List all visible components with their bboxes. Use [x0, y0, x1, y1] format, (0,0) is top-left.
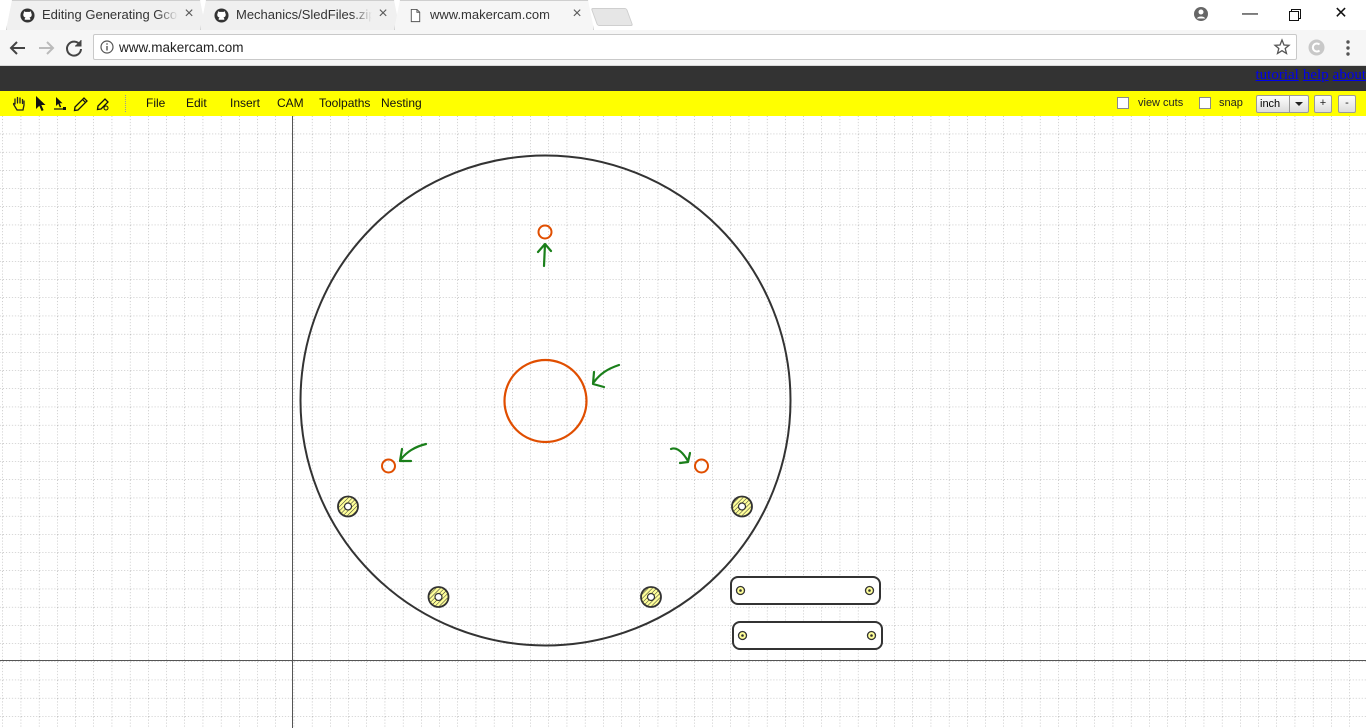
- drawing-canvas[interactable]: [0, 116, 1366, 728]
- pen-tool-icon[interactable]: [73, 95, 89, 112]
- tab-makercam[interactable]: www.makercam.com ×: [394, 0, 594, 30]
- back-arrow-icon[interactable]: [6, 36, 30, 60]
- canvas-svg[interactable]: [0, 116, 1366, 728]
- url-text: www.makercam.com: [119, 40, 244, 55]
- hand-tool-icon[interactable]: [11, 95, 27, 112]
- units-value: inch: [1260, 98, 1281, 110]
- forward-arrow-icon[interactable]: [34, 36, 58, 60]
- menu-toolpaths[interactable]: Toolpaths: [319, 96, 370, 110]
- zoom-out-button[interactable]: -: [1338, 95, 1356, 113]
- minimize-icon[interactable]: —: [1227, 0, 1273, 30]
- snap-label: snap: [1219, 97, 1243, 109]
- tab-close-icon[interactable]: ×: [376, 6, 390, 22]
- new-tab-button[interactable]: [590, 8, 634, 26]
- tab-close-icon[interactable]: ×: [182, 6, 196, 22]
- help-link[interactable]: help: [1303, 67, 1329, 83]
- units-select[interactable]: inch: [1256, 95, 1309, 113]
- github-icon: [214, 8, 229, 23]
- tutorial-link[interactable]: tutorial: [1256, 67, 1299, 83]
- profile-icon[interactable]: [1193, 6, 1209, 22]
- tab-editing-generating-gcode[interactable]: Editing Generating Gcode ×: [6, 0, 206, 30]
- browser-tab-strip: Editing Generating Gcode × Mechanics/Sle…: [0, 0, 1366, 30]
- restore-icon[interactable]: [1272, 0, 1318, 30]
- tab-close-icon[interactable]: ×: [570, 6, 584, 22]
- bracket-1[interactable]: [730, 576, 881, 605]
- grid-background: [0, 116, 1366, 728]
- close-window-icon[interactable]: ✕: [1318, 0, 1364, 30]
- app-menu-bar: File Edit Insert CAM Toolpaths Nesting v…: [0, 91, 1366, 116]
- tab-title: www.makercam.com: [430, 7, 550, 22]
- about-link[interactable]: about: [1333, 67, 1366, 83]
- screw-hole-icon: [337, 495, 359, 518]
- info-icon[interactable]: [100, 40, 114, 54]
- bracket-2[interactable]: [732, 621, 883, 650]
- site-header: tutorial help about: [0, 66, 1366, 91]
- github-icon: [20, 8, 35, 23]
- pen-edit-tool-icon[interactable]: [95, 95, 111, 112]
- browser-toolbar: www.makercam.com: [0, 30, 1366, 66]
- toolbar-separator: [125, 95, 126, 112]
- page-icon: [410, 8, 421, 23]
- menu-cam[interactable]: CAM: [277, 96, 304, 110]
- screw-hole-icon: [640, 586, 662, 608]
- bookmark-star-icon[interactable]: [1273, 38, 1291, 56]
- menu-nesting[interactable]: Nesting: [381, 96, 422, 110]
- extension-icon[interactable]: [1308, 39, 1325, 56]
- menu-insert[interactable]: Insert: [230, 96, 260, 110]
- screw-hole-icon: [731, 495, 753, 518]
- menu-file[interactable]: File: [146, 96, 165, 110]
- pointer-tool-icon[interactable]: [33, 95, 49, 112]
- site-links: tutorial help about: [1252, 66, 1366, 91]
- screw-hole-icon: [427, 586, 450, 608]
- view-cuts-checkbox[interactable]: [1117, 97, 1129, 109]
- tab-sledfiles[interactable]: Mechanics/SledFiles.zip at ×: [200, 0, 400, 30]
- zoom-in-button[interactable]: +: [1314, 95, 1332, 113]
- view-cuts-label: view cuts: [1138, 97, 1184, 109]
- address-bar[interactable]: www.makercam.com: [93, 34, 1297, 60]
- tab-title: Editing Generating Gcode: [42, 7, 178, 22]
- snap-checkbox[interactable]: [1199, 97, 1211, 109]
- menu-edit[interactable]: Edit: [186, 96, 207, 110]
- tab-title: Mechanics/SledFiles.zip at: [236, 7, 372, 22]
- reload-icon[interactable]: [62, 36, 86, 60]
- browser-menu-icon[interactable]: [1342, 38, 1354, 58]
- node-tool-icon[interactable]: [52, 95, 68, 112]
- chevron-down-icon: [1289, 96, 1308, 112]
